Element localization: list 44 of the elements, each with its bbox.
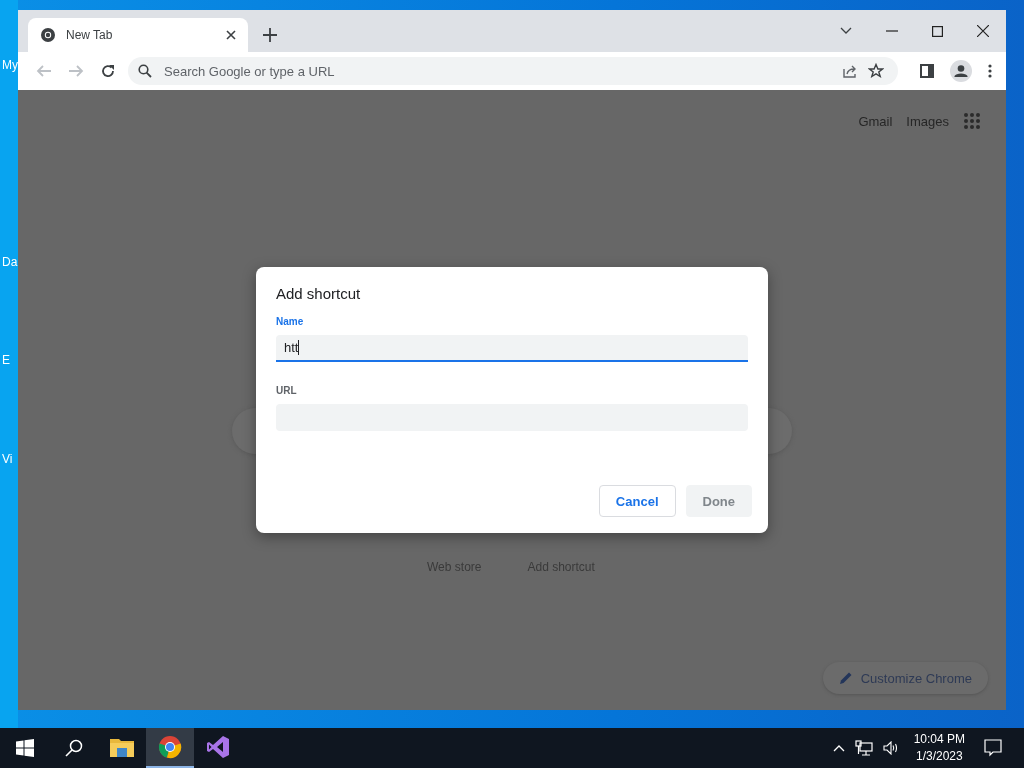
close-icon[interactable] — [226, 30, 236, 40]
address-bar[interactable]: Search Google or type a URL — [128, 57, 898, 85]
search-icon — [138, 64, 152, 78]
apps-grid-icon[interactable] — [963, 112, 981, 130]
field-label: Name — [276, 316, 304, 327]
text-cursor — [298, 340, 300, 355]
share-icon[interactable] — [842, 63, 858, 79]
clock-time[interactable]: 10:04 PM — [913, 731, 965, 748]
browser-logo-icon — [158, 735, 182, 759]
search-icon[interactable] — [65, 739, 83, 757]
customize-button[interactable]: Customize Chrome — [822, 662, 988, 694]
taskbar-app[interactable] — [146, 728, 194, 768]
speaker-icon[interactable] — [882, 741, 899, 755]
desktop-icon-label[interactable]: E — [2, 353, 18, 367]
profile-avatar-icon[interactable] — [950, 60, 972, 82]
header-link[interactable]: Gmail — [858, 113, 893, 129]
chevron-down-icon[interactable] — [840, 27, 852, 35]
dialog-title: Add shortcut — [276, 285, 362, 302]
browser-logo-icon — [40, 27, 56, 43]
desktop-icon-label[interactable]: My — [2, 58, 18, 72]
dialog-button[interactable]: Cancel — [598, 485, 676, 517]
pencil-icon — [838, 671, 853, 685]
windows-start-icon[interactable] — [16, 739, 34, 757]
tab-title: New Tab — [66, 28, 114, 42]
desktop-icon-label[interactable]: Vi — [2, 452, 18, 466]
maximize-icon[interactable] — [932, 25, 943, 37]
notification-icon[interactable] — [984, 739, 1002, 757]
desktop-icon-label[interactable]: Da — [2, 255, 18, 269]
field-value: htt — [284, 340, 299, 355]
menu-icon[interactable] — [988, 64, 992, 78]
reload-icon[interactable] — [100, 63, 116, 79]
chevron-up-icon[interactable] — [832, 744, 845, 752]
field-label: URL — [276, 385, 297, 396]
new-tab-icon[interactable] — [263, 28, 277, 42]
side-panel-icon[interactable] — [920, 64, 934, 78]
network-icon[interactable] — [854, 740, 873, 756]
text-field[interactable]: htt — [276, 335, 748, 362]
star-icon[interactable] — [868, 63, 884, 79]
close-icon[interactable] — [977, 25, 989, 37]
visual-studio-icon — [206, 735, 230, 759]
clock-date[interactable]: 1/3/2023 — [915, 748, 963, 765]
header-link[interactable]: Images — [906, 113, 949, 129]
browser-tab[interactable]: New Tab — [28, 18, 248, 52]
folder-icon — [110, 736, 134, 758]
